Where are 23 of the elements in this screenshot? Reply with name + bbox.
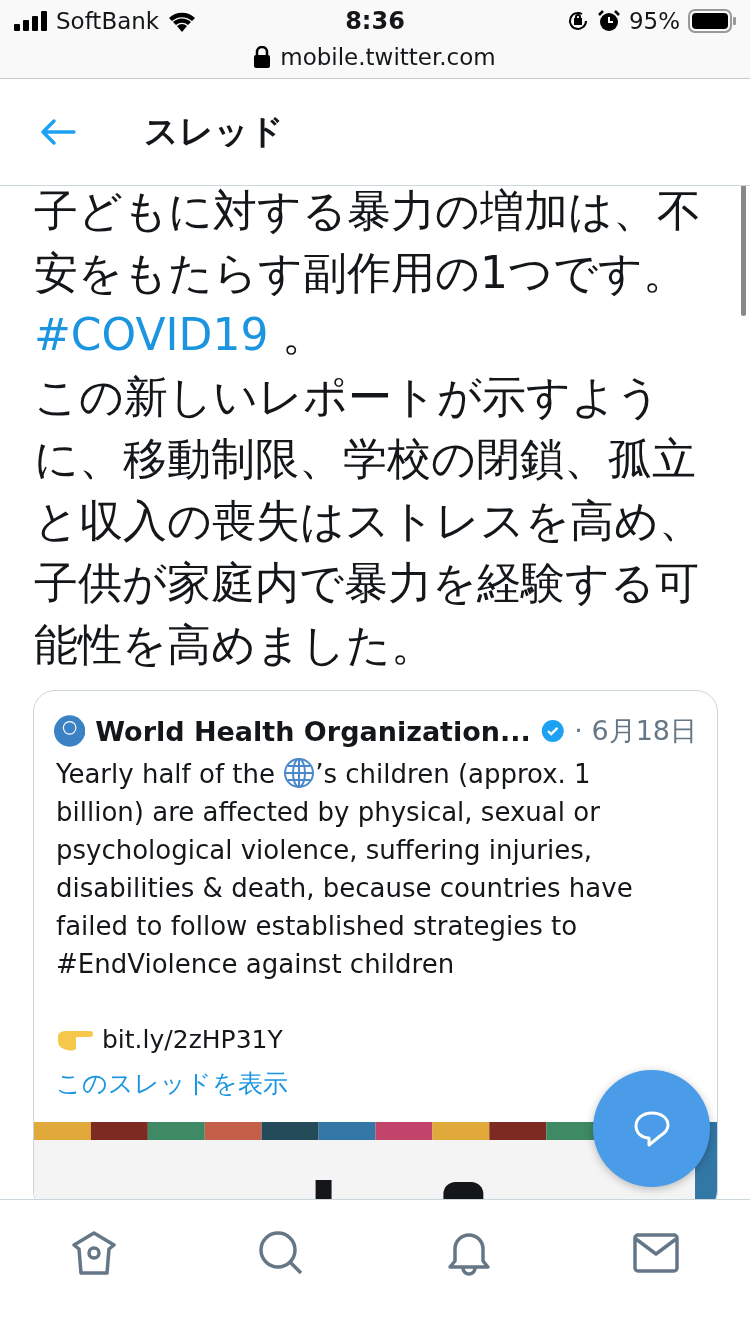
url-address[interactable]: mobile.twitter.com bbox=[280, 44, 496, 70]
battery-icon bbox=[688, 9, 736, 33]
speech-bubble-icon bbox=[632, 1109, 671, 1148]
mail-icon bbox=[633, 1233, 680, 1273]
battery-percent: 95% bbox=[628, 8, 680, 34]
quoted-tweet-text: Yearly half of the ’s children (approx. 1 billion) are affected by physical, sexual or psychological violence, suffering injuries, disabilities & death, because countries have failed to follow established strategies to #EndViolence against children bbox=[56, 756, 634, 981]
page-title: スレッド bbox=[144, 110, 284, 153]
tweet-text: この新しいレポートが示すように、移動制限、学校の閉鎖、孤立と収入の喪失はストレスを高め、子供が家庭内で暴力を経験する可能性を高めました。 bbox=[34, 370, 704, 672]
lock-icon bbox=[254, 46, 271, 68]
tweet-text: 子どもに対する暴力の増加は、不安をもたらす副作用の1つです。 bbox=[34, 186, 702, 300]
globe-icon bbox=[283, 757, 316, 789]
rotation-lock-icon bbox=[566, 10, 589, 32]
back-icon[interactable] bbox=[40, 118, 76, 146]
home-icon bbox=[69, 1229, 118, 1277]
tweet-punctuation: 。 bbox=[281, 309, 327, 360]
alarm-icon bbox=[596, 9, 621, 33]
signal-icon bbox=[14, 11, 48, 31]
wifi-icon bbox=[167, 10, 198, 32]
clock-time: 8:36 bbox=[345, 7, 405, 35]
carrier-name: SoftBank bbox=[56, 8, 160, 34]
tweet-link[interactable]: bit.ly/2zHP31Y bbox=[102, 1021, 283, 1059]
author-name[interactable]: World Health Organization... bbox=[95, 715, 531, 747]
tweet-date: · 6月18日 bbox=[574, 714, 697, 748]
